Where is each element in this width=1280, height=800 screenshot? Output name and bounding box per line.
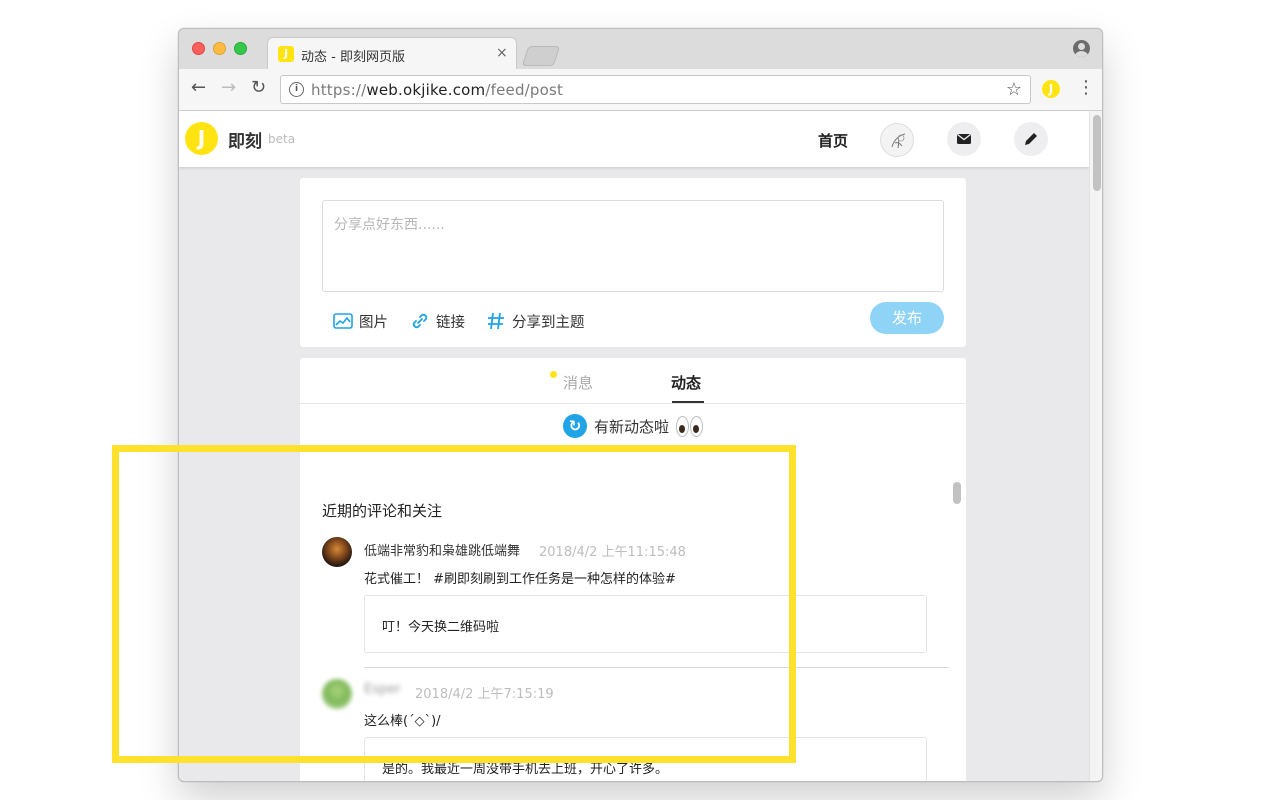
minimize-window-button[interactable]: [213, 42, 226, 55]
url-text[interactable]: https://web.okjike.com/feed/post: [311, 81, 563, 99]
browser-toolbar: ← → ↻ i https://web.okjike.com/feed/post…: [179, 69, 1102, 111]
commenter-avatar[interactable]: [322, 537, 352, 567]
forward-icon[interactable]: →: [221, 78, 236, 98]
add-image-label: 图片: [359, 315, 388, 331]
image-icon: [333, 313, 353, 329]
unread-dot: [550, 371, 557, 378]
info-icon[interactable]: i: [289, 82, 304, 97]
quoted-post[interactable]: 是的。我最近一周没带手机去上班，开心了许多。: [364, 737, 927, 781]
new-feed-text: 有新动态啦: [594, 418, 670, 436]
comment-divider: [364, 667, 949, 668]
tab-strip: J 动态 - 即刻网页版 ×: [179, 29, 1102, 69]
commenter-name[interactable]: Esper: [364, 682, 401, 697]
close-window-button[interactable]: [192, 42, 205, 55]
jike-extension-icon[interactable]: J: [1042, 80, 1060, 98]
publish-button[interactable]: 发布: [870, 302, 944, 334]
active-tab-indicator: [672, 401, 704, 403]
mail-icon: [957, 133, 971, 144]
browser-window: J 动态 - 即刻网页版 × ← → ↻ i https://web.okjik…: [178, 28, 1103, 782]
comment-time: 2018/4/2 上午11:15:48: [539, 545, 686, 560]
tab-close-icon[interactable]: ×: [496, 45, 508, 61]
user-avatar[interactable]: [880, 123, 914, 157]
url-scheme: https://: [311, 81, 367, 99]
back-icon[interactable]: ←: [191, 78, 206, 98]
post-composer: 分享点好东西...... 图片 链接 分享到主题 发布: [300, 178, 966, 347]
browser-tab[interactable]: J 动态 - 即刻网页版 ×: [267, 37, 517, 69]
comment-time: 2018/4/2 上午7:15:19: [415, 687, 554, 702]
link-icon: [412, 313, 428, 329]
profile-icon[interactable]: [1073, 40, 1090, 57]
new-tab-button[interactable]: [521, 46, 561, 66]
add-link-label: 链接: [436, 315, 465, 331]
eyes-emoji-icon: [675, 416, 705, 438]
site-header: J 即刻 beta 首页: [179, 111, 1089, 167]
address-bar[interactable]: i https://web.okjike.com/feed/post ☆: [280, 75, 1031, 104]
quoted-post[interactable]: 叮！今天换二维码啦: [364, 595, 927, 653]
pencil-icon: [1025, 133, 1037, 145]
zoom-window-button[interactable]: [234, 42, 247, 55]
page-scrollbar-thumb[interactable]: [1093, 115, 1101, 191]
commenter-name[interactable]: 低端非常豹和枭雄跳低端舞: [364, 540, 520, 559]
share-to-topic-label: 分享到主题: [512, 315, 585, 331]
commenter-avatar[interactable]: [322, 679, 352, 709]
reload-icon[interactable]: ↻: [251, 78, 266, 98]
post-input[interactable]: 分享点好东西......: [322, 200, 944, 292]
recent-comments-title: 近期的评论和关注: [322, 502, 443, 520]
tab-feed[interactable]: 动态: [671, 372, 701, 393]
url-path: /feed/post: [485, 81, 564, 99]
jike-favicon-icon: J: [278, 46, 294, 62]
tab-title: 动态 - 即刻网页版: [301, 50, 405, 65]
beta-label: beta: [268, 132, 296, 146]
recent-comments-panel: 近期的评论和关注 低端非常豹和枭雄跳低端舞 2018/4/2 上午11:15:4…: [300, 474, 966, 781]
page-viewport: J 即刻 beta 首页 分享点好东西...... 图片 链接 分享到主题 发布…: [179, 111, 1102, 781]
feed-tabs: 消息 动态: [300, 358, 966, 404]
site-name[interactable]: 即刻: [228, 127, 262, 152]
page-scrollbar[interactable]: [1089, 111, 1102, 781]
messages-button[interactable]: [947, 122, 981, 156]
comment-text: 花式催工！ #刷即刻刷到工作任务是一种怎样的体验#: [364, 572, 676, 587]
refresh-icon: ↻: [563, 414, 587, 438]
tab-messages[interactable]: 消息: [563, 372, 593, 393]
compose-button[interactable]: [1014, 122, 1048, 156]
quoted-post-text: 叮！今天换二维码啦: [382, 620, 500, 635]
nav-home-link[interactable]: 首页: [818, 130, 848, 151]
hashtag-icon: [488, 312, 504, 330]
quoted-post-text: 是的。我最近一周没带手机去上班，开心了许多。: [382, 762, 669, 777]
post-input-placeholder: 分享点好东西......: [334, 217, 445, 233]
sketch-avatar-icon: [891, 133, 906, 149]
comment-text: 这么棒(ˊ◇ˋ)/: [364, 714, 441, 729]
url-host: web.okjike.com: [366, 81, 486, 99]
bookmark-star-icon[interactable]: ☆: [1006, 79, 1022, 100]
browser-menu-icon[interactable]: ⋮: [1077, 78, 1095, 98]
jike-logo[interactable]: J: [185, 122, 218, 155]
recent-panel-scrollbar[interactable]: [953, 482, 961, 504]
